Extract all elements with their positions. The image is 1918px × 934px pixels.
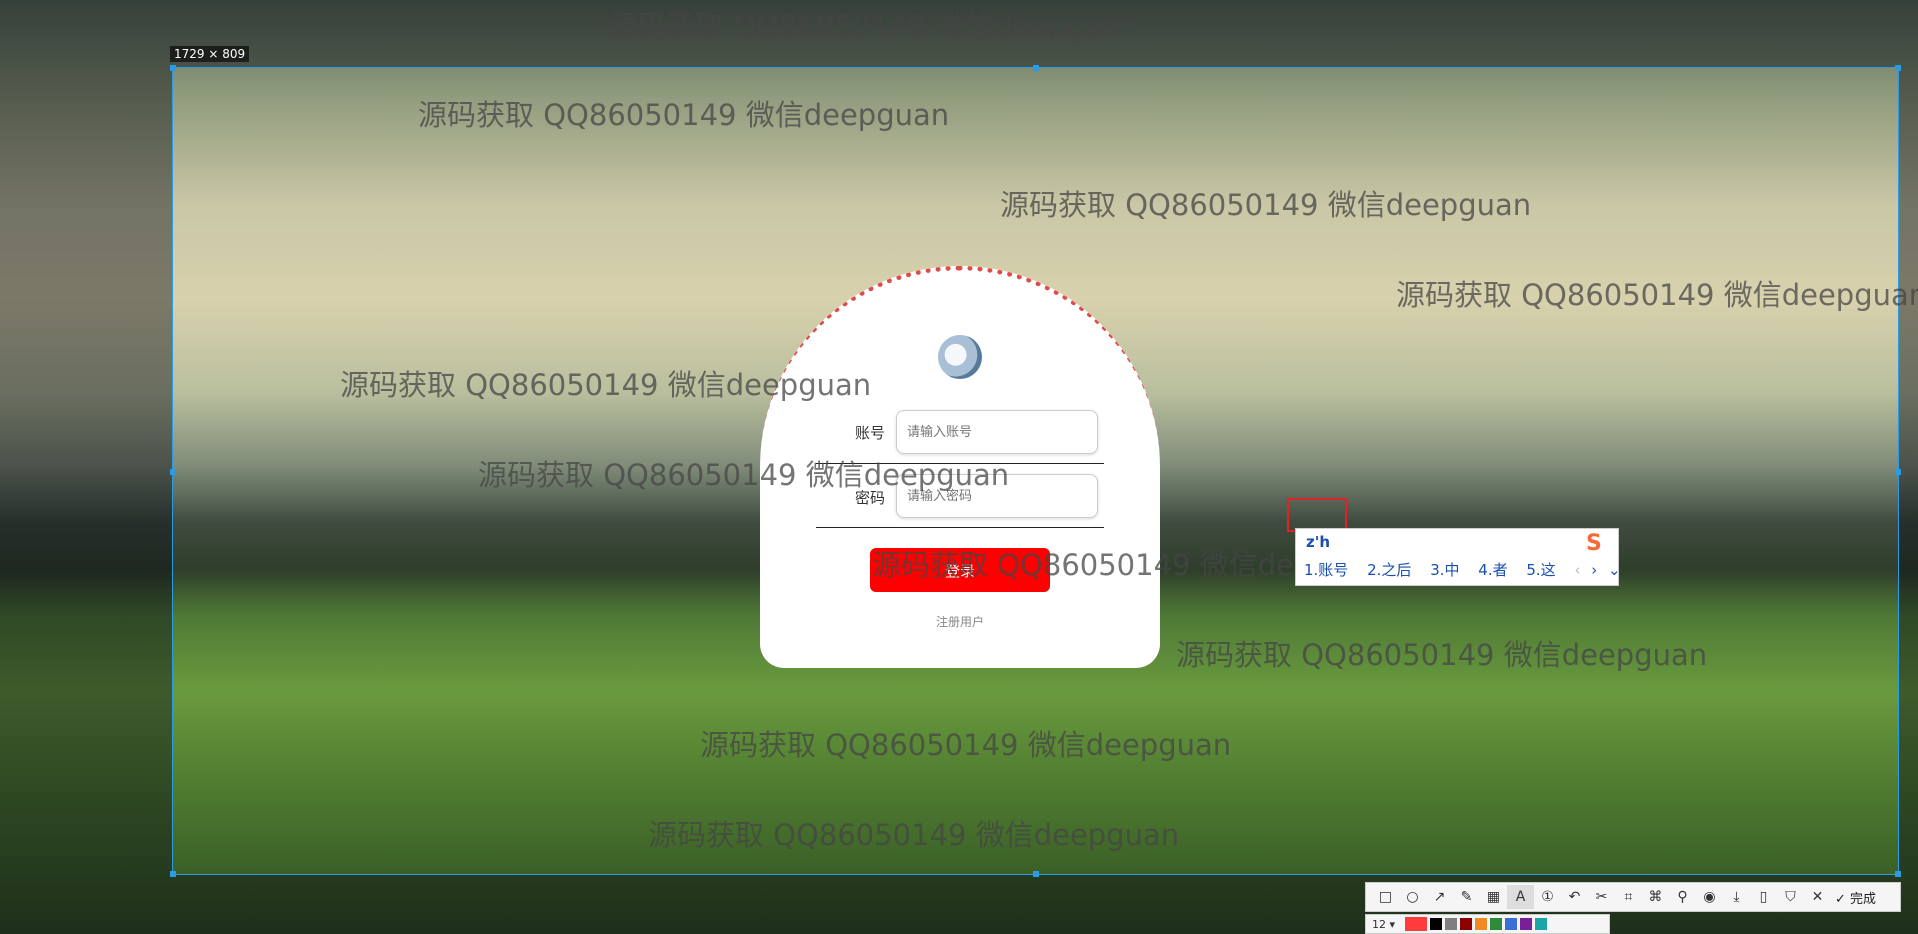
color-swatch[interactable] bbox=[1505, 918, 1518, 930]
resize-handle-s[interactable] bbox=[1033, 871, 1039, 877]
sogou-logo-icon: S bbox=[1586, 531, 1602, 556]
watermark: 源码获取 QQ86050149 微信deepguan bbox=[418, 98, 950, 132]
close-icon[interactable]: ✕ bbox=[1804, 885, 1831, 909]
font-size-select[interactable]: 12 ▾ bbox=[1372, 918, 1395, 931]
resize-handle-ne[interactable] bbox=[1895, 65, 1901, 71]
ime-candidate[interactable]: 4.者 bbox=[1478, 561, 1507, 579]
annotation-rectangle[interactable] bbox=[1287, 498, 1347, 532]
color-swatch[interactable] bbox=[1405, 917, 1428, 931]
password-underline bbox=[816, 527, 1104, 528]
record-icon[interactable]: ◉ bbox=[1696, 885, 1723, 909]
ocr-icon[interactable]: ⌗ bbox=[1615, 885, 1642, 909]
undo-icon[interactable]: ↶ bbox=[1561, 885, 1588, 909]
color-swatch[interactable] bbox=[1430, 918, 1443, 930]
arrow-icon[interactable]: ↗ bbox=[1426, 885, 1453, 909]
text-icon[interactable]: A bbox=[1507, 885, 1534, 909]
ime-candidate[interactable]: 1.账号 bbox=[1304, 561, 1348, 579]
resize-handle-w[interactable] bbox=[170, 469, 176, 475]
watermark: 源码获取 QQ86050149 微信deepguan bbox=[340, 368, 872, 402]
ime-prev-page-icon[interactable]: ‹ bbox=[1574, 561, 1580, 579]
account-input[interactable] bbox=[896, 410, 1098, 454]
ime-candidate[interactable]: 2.之后 bbox=[1367, 561, 1411, 579]
bookmark-icon[interactable]: ⛉ bbox=[1777, 885, 1804, 909]
watermark: 源码获取 QQ86050149 微信deepguan bbox=[1000, 188, 1532, 222]
screenshot-toolbar: □ ○ ↗ ✎ ▦ A ① ↶ ✂ ⌗ ⌘ ⚲ ◉ ⤓ ▯ ⛉ ✕ ✓ 完成 bbox=[1365, 882, 1901, 912]
ime-candidate[interactable]: 5.这 bbox=[1526, 561, 1555, 579]
color-swatch[interactable] bbox=[1475, 918, 1488, 930]
ime-candidate-list: 1.账号 2.之后 3.中 4.者 5.这 ‹ › ⌄ bbox=[1304, 559, 1635, 580]
crop-icon[interactable]: ⌘ bbox=[1642, 885, 1669, 909]
dim-right bbox=[1899, 67, 1918, 934]
scissors-icon[interactable]: ✂ bbox=[1588, 885, 1615, 909]
pin-icon[interactable]: ⚲ bbox=[1669, 885, 1696, 909]
done-label: 完成 bbox=[1850, 891, 1877, 907]
font-size-value: 12 bbox=[1372, 917, 1386, 931]
number-icon[interactable]: ① bbox=[1534, 885, 1561, 909]
resize-handle-e[interactable] bbox=[1895, 469, 1901, 475]
ime-composition: z'h bbox=[1306, 533, 1331, 551]
pen-icon[interactable]: ✎ bbox=[1453, 885, 1480, 909]
style-palette: 12 ▾ bbox=[1365, 914, 1610, 934]
color-swatch[interactable] bbox=[1490, 918, 1503, 930]
resize-handle-se[interactable] bbox=[1895, 871, 1901, 877]
watermark: 源码获取 QQ86050149 微信deepguan bbox=[648, 818, 1180, 852]
watermark: 源码获取 QQ86050149 微信deepguan bbox=[700, 728, 1232, 762]
color-swatch[interactable] bbox=[1460, 918, 1473, 930]
ime-candidate[interactable]: 3.中 bbox=[1430, 561, 1459, 579]
save-icon[interactable]: ⤓ bbox=[1723, 885, 1750, 909]
color-swatch[interactable] bbox=[1445, 918, 1458, 930]
selection-size-badge: 1729 × 809 bbox=[170, 46, 250, 62]
watermark: 源码获取 QQ86050149 微信deepguan bbox=[478, 458, 1010, 492]
mosaic-icon[interactable]: ▦ bbox=[1480, 885, 1507, 909]
register-link[interactable]: 注册用户 bbox=[760, 613, 1160, 630]
rectangle-icon[interactable]: □ bbox=[1372, 885, 1399, 909]
ellipse-icon[interactable]: ○ bbox=[1399, 885, 1426, 909]
resize-handle-n[interactable] bbox=[1033, 65, 1039, 71]
ime-candidate-window: z'h S 1.账号 2.之后 3.中 4.者 5.这 ‹ › ⌄ bbox=[1295, 528, 1621, 586]
resize-handle-sw[interactable] bbox=[170, 871, 176, 877]
account-label: 账号 bbox=[855, 424, 886, 442]
watermark: 源码获取 QQ86050149 微信deepguan bbox=[1176, 638, 1708, 672]
ime-expand-icon[interactable]: ⌄ bbox=[1608, 561, 1621, 579]
long-screenshot-icon[interactable]: ▯ bbox=[1750, 885, 1777, 909]
avatar bbox=[938, 335, 982, 379]
resize-handle-nw[interactable] bbox=[170, 65, 176, 71]
color-swatch[interactable] bbox=[1520, 918, 1533, 930]
color-swatch[interactable] bbox=[1535, 918, 1548, 930]
done-button[interactable]: ✓ 完成 bbox=[1835, 888, 1876, 907]
ime-next-page-icon[interactable]: › bbox=[1591, 561, 1597, 579]
watermark: 源码获取 QQ86050149 微信deepguan bbox=[608, 9, 1140, 43]
watermark: 源码获取 QQ86050149 微信deepguan bbox=[1396, 278, 1918, 312]
dim-left bbox=[0, 67, 172, 934]
